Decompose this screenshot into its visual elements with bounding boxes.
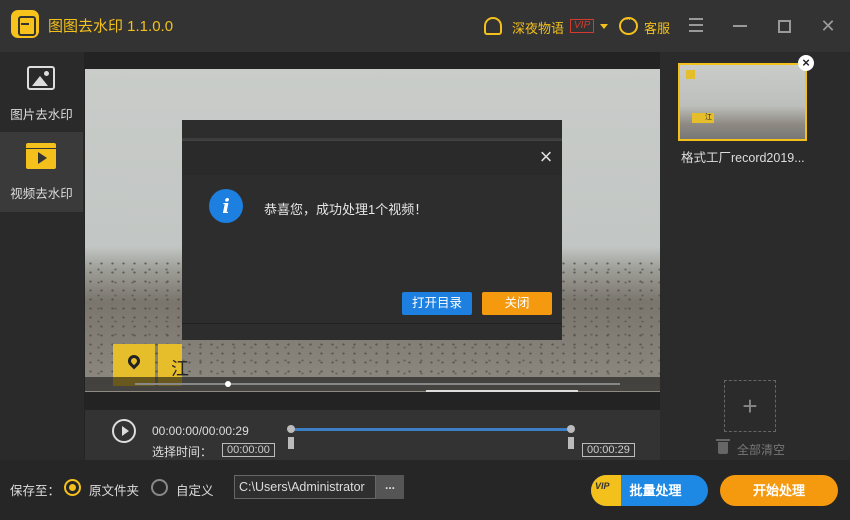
dialog-message: 恭喜您，成功处理1个视频！ bbox=[264, 202, 428, 217]
batch-process-button[interactable]: VIP 批量处理 bbox=[591, 475, 708, 506]
trim-start-handle[interactable] bbox=[287, 425, 295, 451]
vip-corner-badge: VIP bbox=[591, 475, 621, 506]
batch-process-label: 批量处理 bbox=[629, 483, 682, 498]
vip-badge[interactable]: VIP bbox=[570, 19, 595, 33]
trim-track[interactable] bbox=[291, 428, 572, 431]
trash-icon[interactable] bbox=[716, 439, 730, 454]
radio-original-folder[interactable] bbox=[64, 479, 81, 496]
dialog-header: × bbox=[182, 141, 562, 175]
end-time-field[interactable]: 00:00:29 bbox=[582, 443, 635, 457]
video-clapper-icon bbox=[26, 143, 56, 169]
radio-original-folder-label[interactable]: 原文件夹 bbox=[89, 480, 139, 499]
maximize-icon[interactable] bbox=[772, 14, 796, 38]
customer-service-icon[interactable] bbox=[619, 14, 638, 35]
player-progress-bar[interactable] bbox=[135, 383, 620, 385]
image-icon bbox=[27, 66, 55, 90]
dialog-close-button[interactable]: 关闭 bbox=[482, 292, 552, 315]
location-pin-icon bbox=[125, 352, 143, 370]
success-dialog: × i 恭喜您，成功处理1个视频！ 打开目录 关闭 bbox=[182, 140, 562, 340]
sidebar-item-image-watermark[interactable]: 图片去水印 bbox=[0, 52, 83, 132]
file-name: 格式工厂record2019... bbox=[681, 151, 805, 165]
info-icon: i bbox=[209, 189, 243, 223]
player-progress-knob[interactable] bbox=[225, 381, 231, 387]
file-thumbnail[interactable]: 江 bbox=[678, 63, 807, 141]
sidebar-item-label: 视频去水印 bbox=[10, 187, 73, 201]
output-path-input[interactable] bbox=[234, 475, 376, 499]
browse-button[interactable]: ... bbox=[376, 475, 404, 499]
app-title: 图图去水印 1.1.0.0 bbox=[48, 18, 174, 35]
home-icon bbox=[686, 70, 695, 79]
user-avatar-icon[interactable] bbox=[484, 17, 502, 35]
chevron-down-icon[interactable] bbox=[600, 24, 608, 29]
dialog-footer-line bbox=[182, 323, 562, 324]
user-name[interactable]: 深夜物语 bbox=[512, 18, 564, 37]
close-icon[interactable]: ✕ bbox=[816, 14, 840, 38]
time-display: 00:00:00/00:00:29 bbox=[152, 424, 249, 438]
video-divider bbox=[426, 390, 578, 392]
app-logo-icon bbox=[11, 10, 39, 38]
start-time-field[interactable]: 00:00:00 bbox=[222, 443, 275, 457]
customer-service-link[interactable]: 客服 bbox=[644, 18, 670, 37]
radio-custom-folder-label[interactable]: 自定义 bbox=[176, 480, 214, 499]
sidebar: 图片去水印 视频去水印 bbox=[0, 52, 83, 460]
play-button[interactable] bbox=[112, 419, 136, 443]
select-time-label: 选择时间： bbox=[152, 445, 213, 459]
dialog-close-icon[interactable]: × bbox=[537, 146, 555, 168]
sidebar-item-label: 图片去水印 bbox=[10, 108, 73, 122]
start-process-button[interactable]: 开始处理 bbox=[720, 475, 838, 506]
save-to-label: 保存至： bbox=[10, 484, 61, 498]
radio-custom-folder[interactable] bbox=[151, 479, 168, 496]
trim-end-handle[interactable] bbox=[567, 425, 575, 451]
minimize-icon[interactable] bbox=[728, 14, 752, 38]
hamburger-icon[interactable] bbox=[684, 14, 708, 38]
add-file-button[interactable]: + bbox=[724, 380, 776, 432]
player-controls[interactable] bbox=[85, 377, 660, 391]
thumbnail-watermark: 江 bbox=[692, 113, 714, 123]
clear-all-button[interactable]: 全部清空 bbox=[737, 441, 785, 458]
remove-file-icon[interactable]: × bbox=[798, 55, 814, 71]
open-directory-button[interactable]: 打开目录 bbox=[402, 292, 472, 315]
